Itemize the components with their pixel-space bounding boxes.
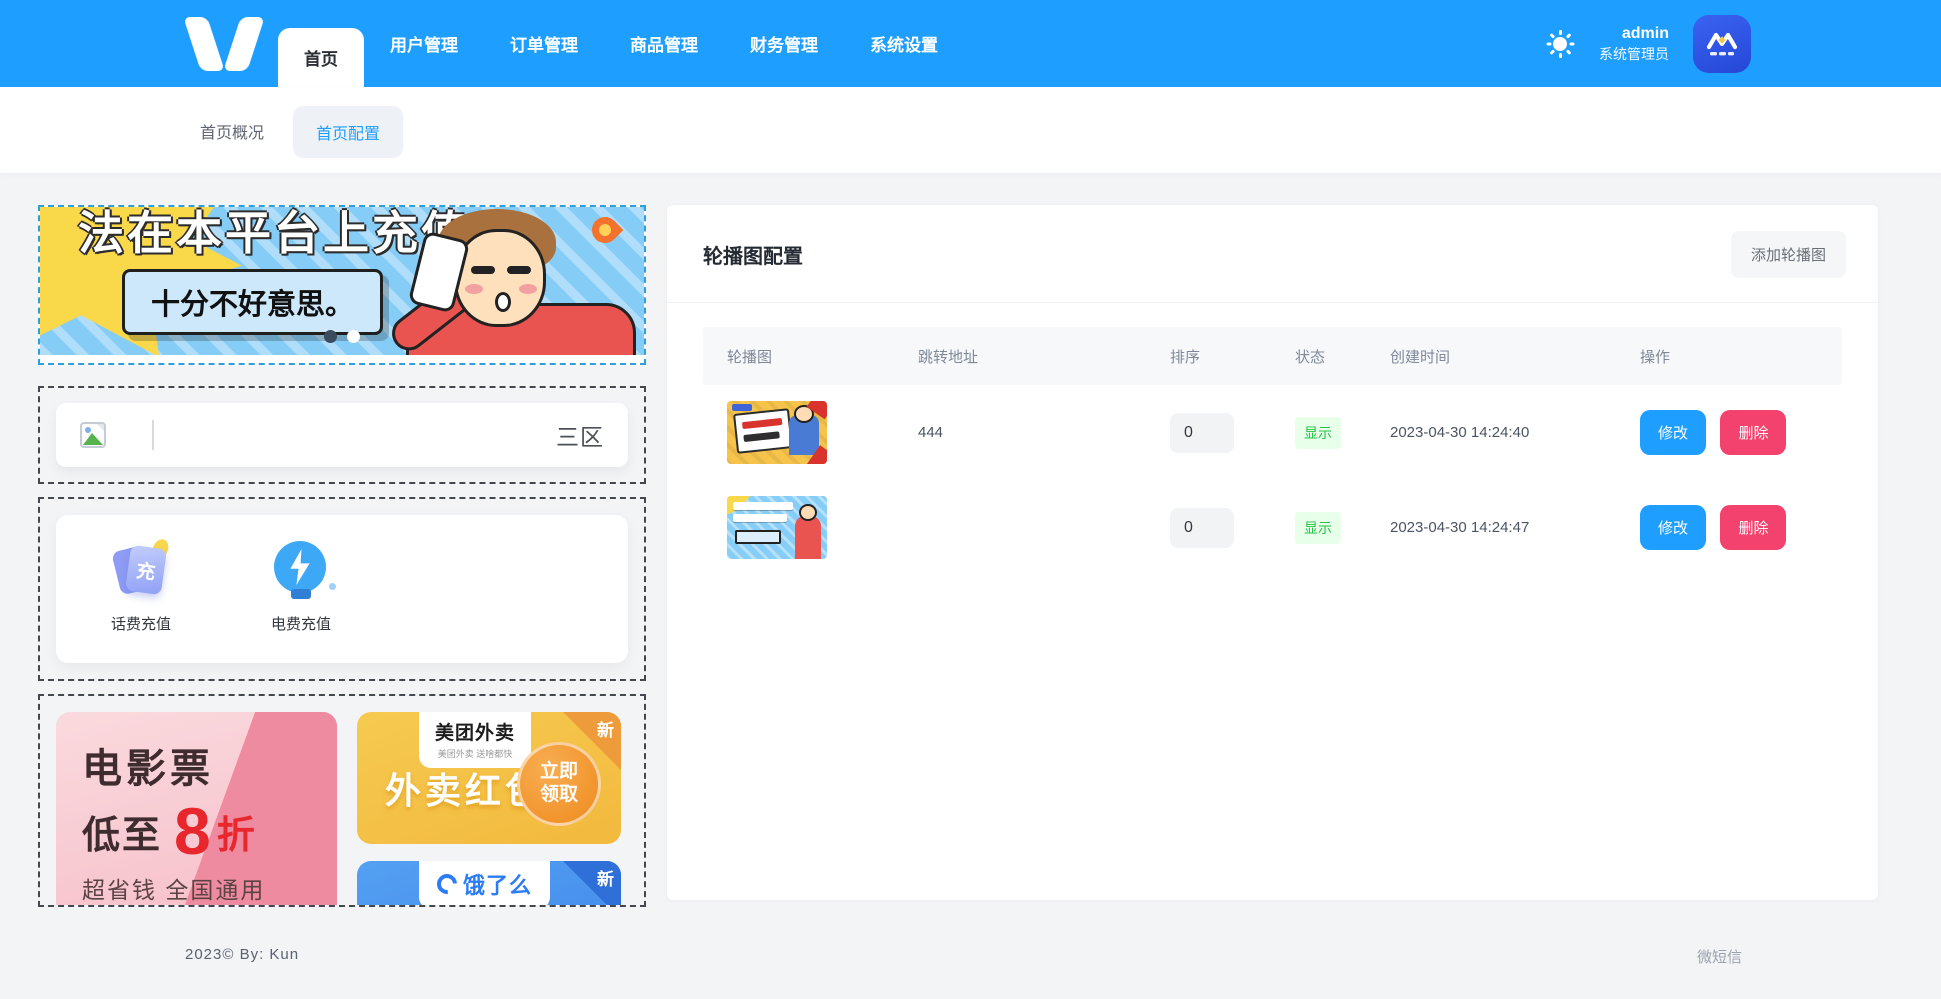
carousel-dot-active[interactable] xyxy=(324,330,337,343)
created-time: 2023-04-30 14:24:40 xyxy=(1390,424,1640,441)
delete-button[interactable]: 删除 xyxy=(1720,410,1786,455)
tab-users[interactable]: 用户管理 xyxy=(390,31,458,56)
tab-finance[interactable]: 财务管理 xyxy=(750,31,818,56)
movie-subtitle: 超省钱 全国通用 xyxy=(82,871,337,905)
footer-brand[interactable]: 微短信 xyxy=(1697,946,1742,967)
subnav-home-config[interactable]: 首页配置 xyxy=(293,106,403,158)
app-logo[interactable] xyxy=(186,17,272,71)
status-badge: 显示 xyxy=(1295,417,1341,449)
promo-meituan-card[interactable]: 新 美团外卖 美团外卖 送啥都快 外卖红包 立即 领取 xyxy=(357,712,621,844)
table-row: 显示 2023-04-30 14:24:47 修改 删除 xyxy=(703,480,1842,575)
banner-headline: 法在本平台上充值 xyxy=(78,207,470,263)
carousel-config-panel: 轮播图配置 添加轮播图 轮播图 跳转地址 排序 状态 创建时间 操作 444 xyxy=(667,205,1878,900)
search-caret xyxy=(152,420,154,450)
eleme-logo-icon xyxy=(433,870,461,898)
col-header-sort: 排序 xyxy=(1170,346,1295,367)
col-header-url: 跳转地址 xyxy=(918,346,1170,367)
carousel-table: 轮播图 跳转地址 排序 状态 创建时间 操作 444 显示 2023-04-30… xyxy=(703,327,1842,575)
mobile-preview-column: 法在本平台上充值 十分不好意思。 xyxy=(38,205,646,907)
banner-character-face xyxy=(454,229,546,327)
jump-url: 444 xyxy=(918,424,1170,441)
sort-input[interactable] xyxy=(1170,413,1234,453)
username: admin xyxy=(1599,24,1669,45)
status-badge: 显示 xyxy=(1295,512,1341,544)
preview-banner-section[interactable]: 法在本平台上充值 十分不好意思。 xyxy=(38,205,646,365)
flame-icon xyxy=(587,212,624,249)
eleme-brand-tab: 饿了么 xyxy=(419,861,550,907)
banner-box-text: 十分不好意思。 xyxy=(122,269,383,335)
claim-now-button[interactable]: 立即 领取 xyxy=(517,742,601,826)
logo-shape xyxy=(223,17,265,71)
new-badge: 新 xyxy=(597,716,614,741)
table-header-row: 轮播图 跳转地址 排序 状态 创建时间 操作 xyxy=(703,327,1842,385)
carousel-dots xyxy=(40,330,644,343)
sort-input[interactable] xyxy=(1170,508,1234,548)
edit-button[interactable]: 修改 xyxy=(1640,410,1706,455)
promo-movie-card[interactable]: 电影票 低至 8 折 超省钱 全国通用 xyxy=(56,712,337,907)
col-header-actions: 操作 xyxy=(1640,346,1842,367)
carousel-thumbnail[interactable] xyxy=(727,401,827,464)
preview-search-section[interactable]: 三区 xyxy=(38,386,646,484)
search-right-text: 三区 xyxy=(556,418,604,452)
avatar-logo-icon xyxy=(1702,27,1742,61)
broken-image-icon xyxy=(80,422,106,448)
search-bar[interactable]: 三区 xyxy=(56,403,628,467)
panel-header: 轮播图配置 添加轮播图 xyxy=(667,205,1878,303)
col-header-created: 创建时间 xyxy=(1390,346,1640,367)
preview-icons-section[interactable]: 充 话费充值 电费充值 xyxy=(38,497,646,681)
top-navbar: 首页 用户管理 订单管理 商品管理 财务管理 系统设置 admin 系统管理员 xyxy=(0,0,1941,87)
promo-grid: 电影票 低至 8 折 超省钱 全国通用 xyxy=(56,712,621,907)
logo-shape xyxy=(183,17,225,71)
sub-navbar: 首页概况 首页配置 xyxy=(0,87,1941,173)
avatar[interactable] xyxy=(1693,15,1751,73)
electricity-recharge-icon xyxy=(271,539,331,601)
user-role: 系统管理员 xyxy=(1599,45,1669,63)
carousel-dot[interactable] xyxy=(347,330,360,343)
quick-icon-label: 话费充值 xyxy=(111,613,171,634)
col-header-image: 轮播图 xyxy=(727,346,918,367)
user-info[interactable]: admin 系统管理员 xyxy=(1599,24,1669,63)
tab-orders[interactable]: 订单管理 xyxy=(510,31,578,56)
add-carousel-button[interactable]: 添加轮播图 xyxy=(1731,231,1846,278)
movie-title: 电影票 xyxy=(82,736,337,794)
phone-recharge-icon: 充 xyxy=(111,539,171,601)
created-time: 2023-04-30 14:24:47 xyxy=(1390,519,1640,536)
theme-toggle-sun-icon[interactable] xyxy=(1545,29,1575,59)
movie-discount-line: 低至 8 折 xyxy=(82,802,337,861)
subnav-home-overview[interactable]: 首页概况 xyxy=(200,119,264,143)
table-row: 444 显示 2023-04-30 14:24:40 修改 删除 xyxy=(703,385,1842,480)
footer-copyright: 2023© By: Kun xyxy=(185,946,299,963)
tab-products[interactable]: 商品管理 xyxy=(630,31,698,56)
promo-right-column: 新 美团外卖 美团外卖 送啥都快 外卖红包 立即 领取 新 xyxy=(357,712,621,907)
meituan-brand-tab: 美团外卖 美团外卖 送啥都快 xyxy=(419,712,531,768)
tab-settings[interactable]: 系统设置 xyxy=(870,31,938,56)
quick-icons-card: 充 话费充值 电费充值 xyxy=(56,515,628,663)
main-nav: 首页 用户管理 订单管理 商品管理 财务管理 系统设置 xyxy=(278,0,938,87)
col-header-status: 状态 xyxy=(1295,346,1390,367)
app-root: 首页 用户管理 订单管理 商品管理 财务管理 系统设置 admin 系统管理员 xyxy=(0,0,1941,999)
preview-promos-section[interactable]: 电影票 低至 8 折 超省钱 全国通用 xyxy=(38,694,646,907)
quick-icon-label: 电费充值 xyxy=(271,613,331,634)
carousel-thumbnail[interactable] xyxy=(727,496,827,559)
delete-button[interactable]: 删除 xyxy=(1720,505,1786,550)
edit-button[interactable]: 修改 xyxy=(1640,505,1706,550)
quick-icon-electricity-recharge[interactable]: 电费充值 xyxy=(246,539,356,663)
carousel-banner-image[interactable]: 法在本平台上充值 十分不好意思。 xyxy=(40,207,644,355)
navbar-right: admin 系统管理员 xyxy=(1545,0,1751,87)
quick-icon-phone-recharge[interactable]: 充 话费充值 xyxy=(86,539,196,663)
tab-home[interactable]: 首页 xyxy=(278,28,364,87)
new-badge: 新 xyxy=(597,865,614,890)
promo-eleme-card[interactable]: 新 饿了么 xyxy=(357,861,621,907)
panel-title: 轮播图配置 xyxy=(703,240,803,269)
